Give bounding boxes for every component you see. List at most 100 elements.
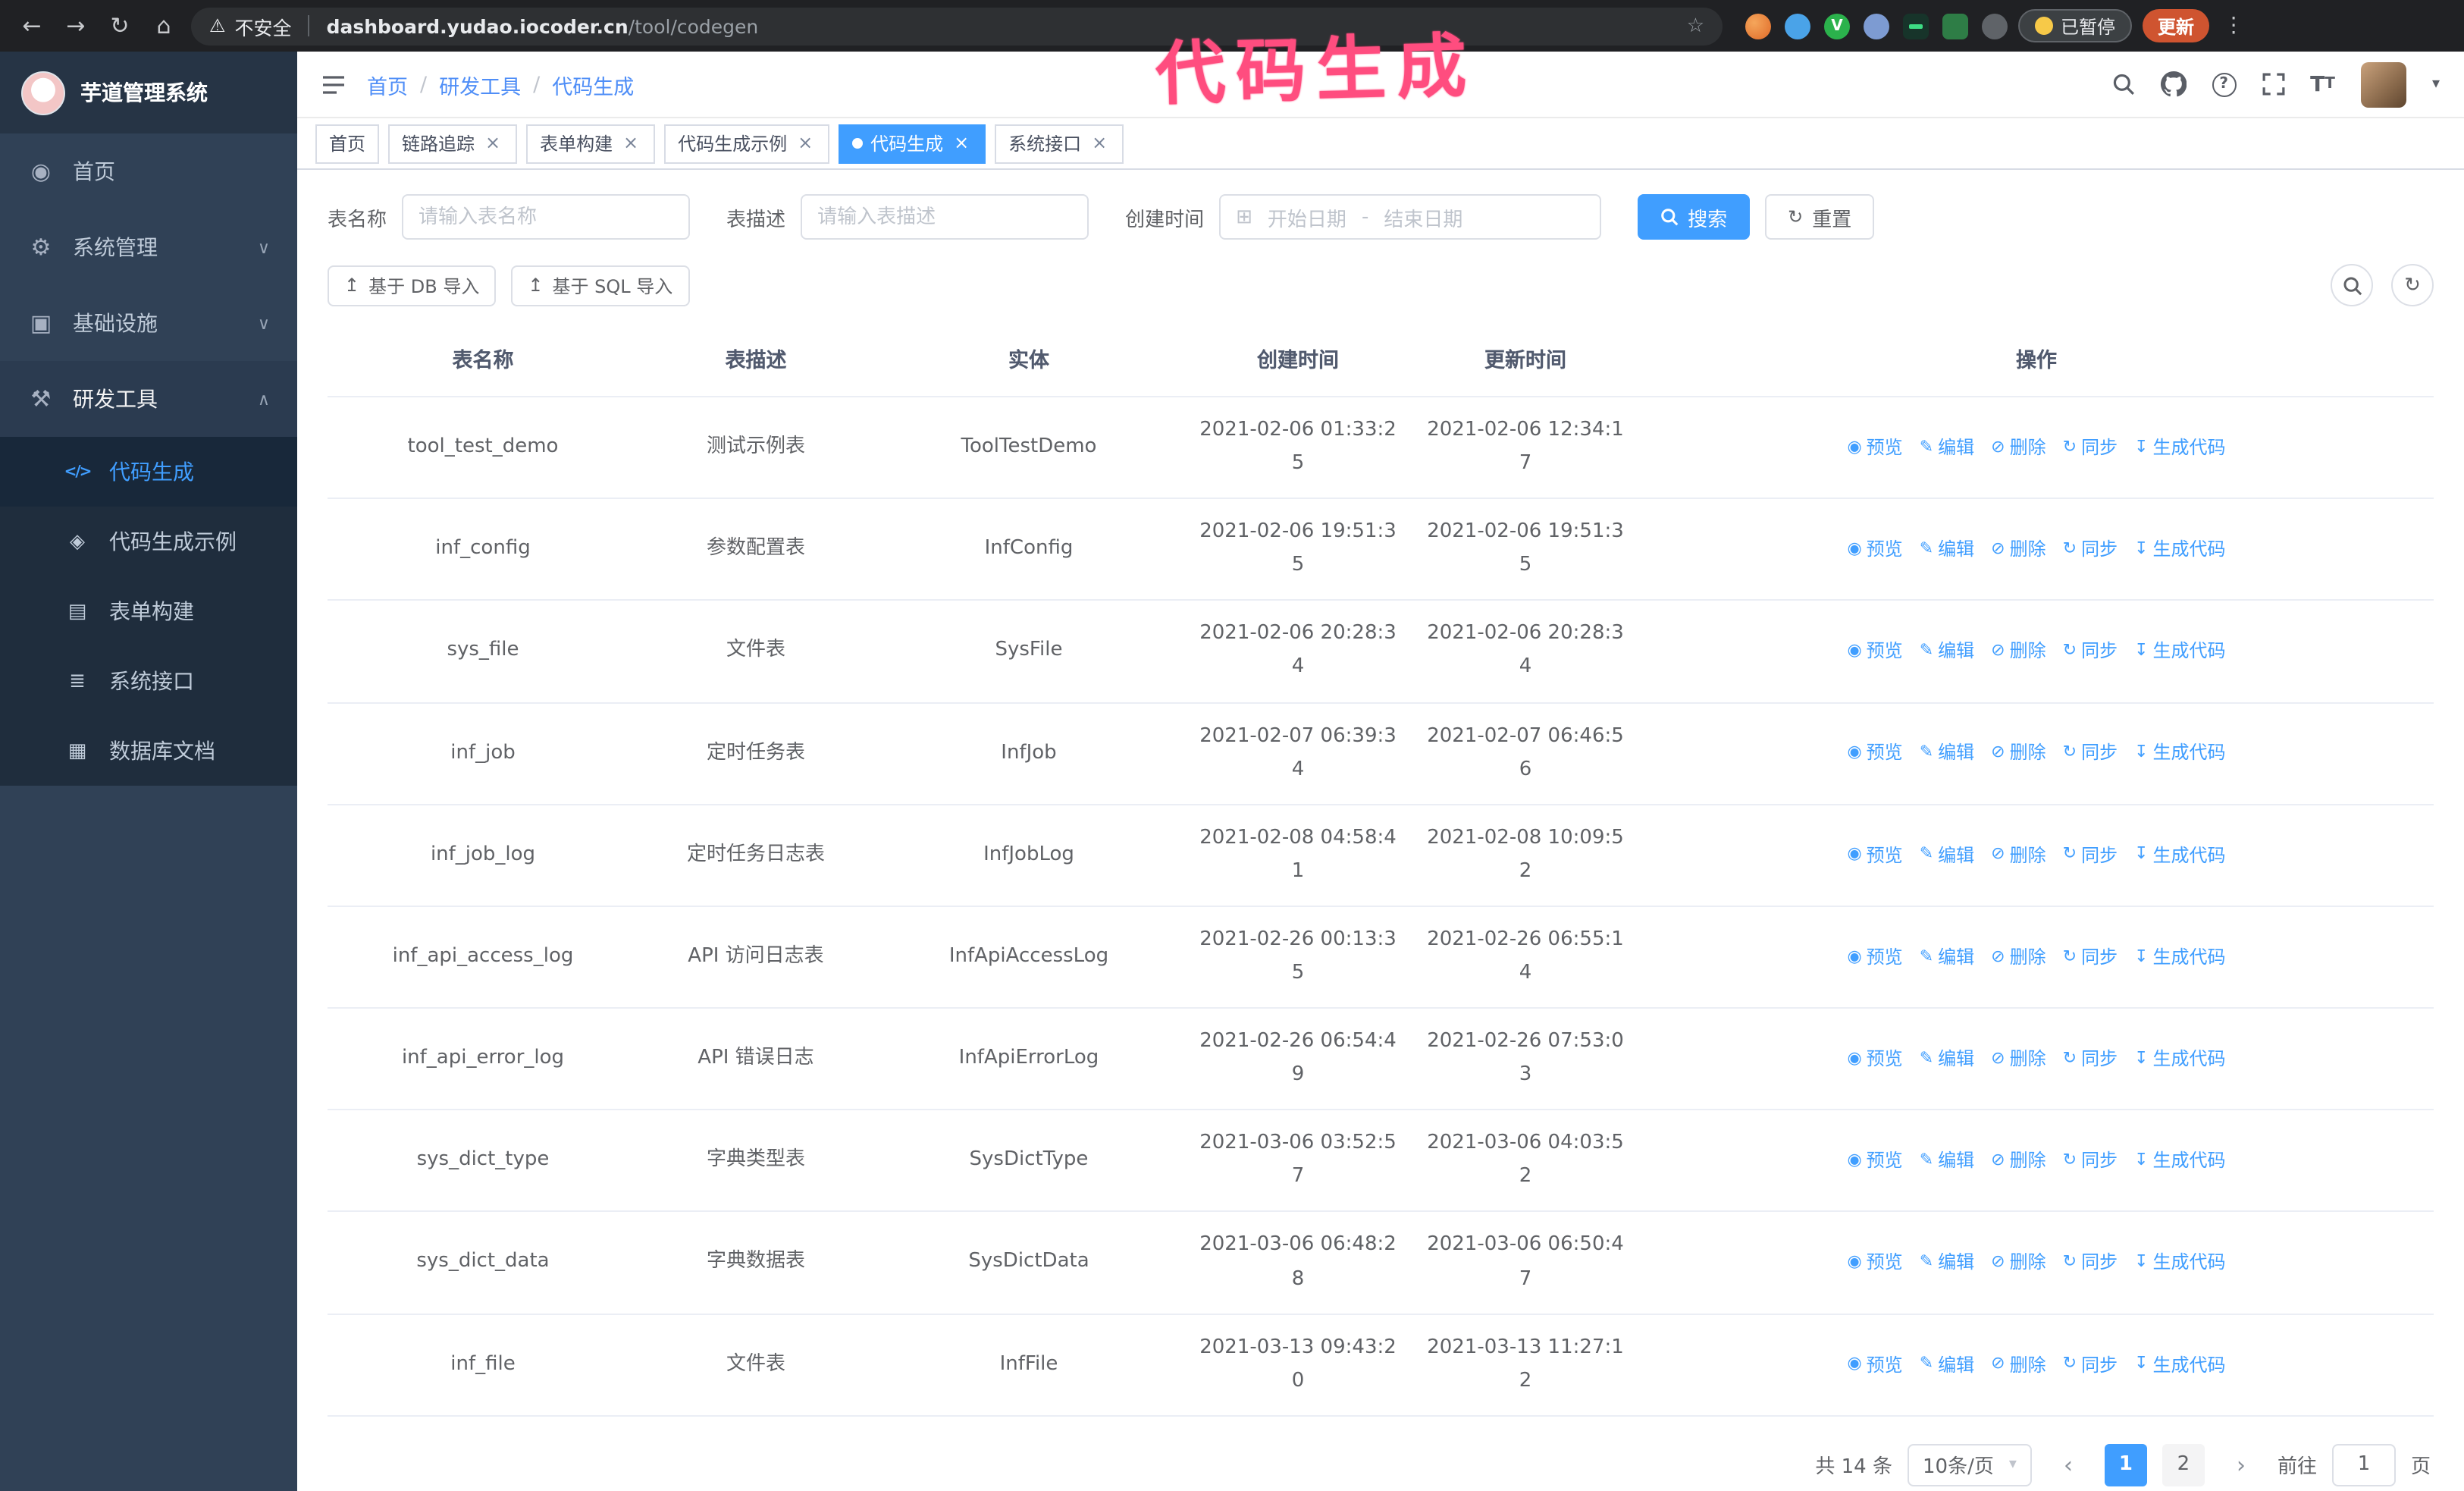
kebab-menu-icon[interactable]: ⋮ xyxy=(2220,14,2247,38)
page-button-2[interactable]: 2 xyxy=(2161,1443,2205,1486)
update-button[interactable]: 更新 xyxy=(2143,9,2210,42)
generate-code-link[interactable]: ↧ 生成代码 xyxy=(2134,738,2225,769)
preview-link[interactable]: ◉ 预览 xyxy=(1847,636,1902,667)
page-size-select[interactable]: 10条/页 ▾ xyxy=(1908,1443,2032,1486)
help-icon[interactable]: ? xyxy=(2212,72,2237,96)
prev-page-button[interactable]: ‹ xyxy=(2047,1444,2089,1486)
edit-link[interactable]: ✎ 编辑 xyxy=(1920,432,1974,463)
delete-link[interactable]: ⊘ 删除 xyxy=(1991,738,2045,769)
extension-green-icon[interactable]: V xyxy=(1824,13,1850,39)
generate-code-link[interactable]: ↧ 生成代码 xyxy=(2134,1145,2225,1176)
edit-link[interactable]: ✎ 编辑 xyxy=(1920,840,1974,871)
delete-link[interactable]: ⊘ 删除 xyxy=(1991,636,2045,667)
generate-code-link[interactable]: ↧ 生成代码 xyxy=(2134,1044,2225,1075)
reset-button[interactable]: ↻ 重置 xyxy=(1765,194,1875,240)
next-page-button[interactable]: › xyxy=(2220,1444,2262,1486)
sync-link[interactable]: ↻ 同步 xyxy=(2063,738,2118,769)
edit-link[interactable]: ✎ 编辑 xyxy=(1920,1248,1974,1279)
sidebar-item-home[interactable]: ◉ 首页 xyxy=(0,133,297,209)
font-size-icon[interactable]: TT xyxy=(2310,72,2335,96)
delete-link[interactable]: ⊘ 删除 xyxy=(1991,1145,2045,1176)
sync-link[interactable]: ↻ 同步 xyxy=(2063,534,2118,565)
generate-code-link[interactable]: ↧ 生成代码 xyxy=(2134,942,2225,973)
delete-link[interactable]: ⊘ 删除 xyxy=(1991,1349,2045,1380)
end-date-placeholder[interactable]: 结束日期 xyxy=(1384,202,1462,231)
delete-link[interactable]: ⊘ 删除 xyxy=(1991,942,2045,973)
sidebar-item-form-builder[interactable]: ▤ 表单构建 xyxy=(0,576,297,646)
sync-link[interactable]: ↻ 同步 xyxy=(2063,840,2118,871)
back-icon[interactable]: ← xyxy=(15,12,49,39)
delete-link[interactable]: ⊘ 删除 xyxy=(1991,534,2045,565)
generate-code-link[interactable]: ↧ 生成代码 xyxy=(2134,1349,2225,1380)
extensions-puzzle-icon[interactable] xyxy=(1982,13,2008,39)
edit-link[interactable]: ✎ 编辑 xyxy=(1920,1044,1974,1075)
sidebar-item-system-management[interactable]: ⚙ 系统管理 ∨ xyxy=(0,209,297,285)
address-bar[interactable]: ⚠ 不安全 dashboard.yudao.iocoder.cn/tool/co… xyxy=(191,7,1723,45)
generate-code-link[interactable]: ↧ 生成代码 xyxy=(2134,840,2225,871)
delete-link[interactable]: ⊘ 删除 xyxy=(1991,840,2045,871)
sync-link[interactable]: ↻ 同步 xyxy=(2063,1145,2118,1176)
avatar[interactable] xyxy=(2360,61,2406,107)
paused-badge[interactable]: 已暂停 xyxy=(2018,9,2133,42)
sidebar-item-db-doc[interactable]: ▦ 数据库文档 xyxy=(0,716,297,786)
extension-drop-icon[interactable] xyxy=(1785,13,1810,39)
close-icon[interactable]: × xyxy=(795,133,816,154)
sidebar-item-infrastructure[interactable]: ▣ 基础设施 ∨ xyxy=(0,285,297,361)
table-desc-input[interactable] xyxy=(801,194,1089,240)
close-icon[interactable]: × xyxy=(1089,133,1110,154)
search-button[interactable]: 搜索 xyxy=(1638,194,1751,240)
start-date-placeholder[interactable]: 开始日期 xyxy=(1268,202,1346,231)
edit-link[interactable]: ✎ 编辑 xyxy=(1920,1349,1974,1380)
refresh-table-button[interactable]: ↻ xyxy=(2391,264,2434,306)
preview-link[interactable]: ◉ 预览 xyxy=(1847,1145,1902,1176)
date-range-picker[interactable]: ⊞ 开始日期 - 结束日期 xyxy=(1219,194,1602,240)
reload-icon[interactable]: ↻ xyxy=(103,12,136,39)
extension-pine-icon[interactable] xyxy=(1942,13,1968,39)
delete-link[interactable]: ⊘ 删除 xyxy=(1991,432,2045,463)
delete-link[interactable]: ⊘ 删除 xyxy=(1991,1044,2045,1075)
preview-link[interactable]: ◉ 预览 xyxy=(1847,432,1902,463)
avatar-caret-icon[interactable]: ▾ xyxy=(2432,76,2440,93)
sync-link[interactable]: ↻ 同步 xyxy=(2063,1248,2118,1279)
bookmark-star-icon[interactable]: ☆ xyxy=(1687,14,1704,37)
url-text[interactable]: dashboard.yudao.iocoder.cn/tool/codegen xyxy=(327,14,759,37)
goto-page-input[interactable] xyxy=(2331,1443,2396,1486)
edit-link[interactable]: ✎ 编辑 xyxy=(1920,942,1974,973)
preview-link[interactable]: ◉ 预览 xyxy=(1847,738,1902,769)
preview-link[interactable]: ◉ 预览 xyxy=(1847,1044,1902,1075)
sidebar-item-codegen[interactable]: </> 代码生成 xyxy=(0,437,297,507)
extension-fox-icon[interactable] xyxy=(1745,13,1771,39)
delete-link[interactable]: ⊘ 删除 xyxy=(1991,1248,2045,1279)
tab-home[interactable]: 首页 xyxy=(315,124,380,163)
fullscreen-icon[interactable] xyxy=(2262,73,2284,96)
close-icon[interactable]: × xyxy=(482,133,503,154)
preview-link[interactable]: ◉ 预览 xyxy=(1847,1248,1902,1279)
search-icon[interactable] xyxy=(2111,73,2134,96)
hamburger-icon[interactable] xyxy=(321,74,346,95)
close-icon[interactable]: × xyxy=(620,133,641,154)
sync-link[interactable]: ↻ 同步 xyxy=(2063,1349,2118,1380)
edit-link[interactable]: ✎ 编辑 xyxy=(1920,738,1974,769)
close-icon[interactable]: × xyxy=(951,133,972,154)
extension-people-icon[interactable] xyxy=(1864,13,1889,39)
sync-link[interactable]: ↻ 同步 xyxy=(2063,1044,2118,1075)
generate-code-link[interactable]: ↧ 生成代码 xyxy=(2134,1248,2225,1279)
extension-dark-icon[interactable] xyxy=(1903,13,1929,39)
generate-code-link[interactable]: ↧ 生成代码 xyxy=(2134,432,2225,463)
edit-link[interactable]: ✎ 编辑 xyxy=(1920,534,1974,565)
generate-code-link[interactable]: ↧ 生成代码 xyxy=(2134,534,2225,565)
tab-form-builder[interactable]: 表单构建 × xyxy=(526,124,656,163)
sync-link[interactable]: ↻ 同步 xyxy=(2063,942,2118,973)
sync-link[interactable]: ↻ 同步 xyxy=(2063,636,2118,667)
edit-link[interactable]: ✎ 编辑 xyxy=(1920,1145,1974,1176)
import-sql-button[interactable]: ↥ 基于 SQL 导入 xyxy=(511,265,690,306)
import-db-button[interactable]: ↥ 基于 DB 导入 xyxy=(328,265,497,306)
forward-icon[interactable]: → xyxy=(59,12,92,39)
generate-code-link[interactable]: ↧ 生成代码 xyxy=(2134,636,2225,667)
toggle-search-button[interactable] xyxy=(2331,264,2373,306)
home-icon[interactable]: ⌂ xyxy=(147,12,180,39)
preview-link[interactable]: ◉ 预览 xyxy=(1847,840,1902,871)
preview-link[interactable]: ◉ 预览 xyxy=(1847,1349,1902,1380)
sidebar-item-devtools[interactable]: ⚒ 研发工具 ∧ xyxy=(0,361,297,437)
tab-tracing[interactable]: 链路追踪 × xyxy=(388,124,518,163)
